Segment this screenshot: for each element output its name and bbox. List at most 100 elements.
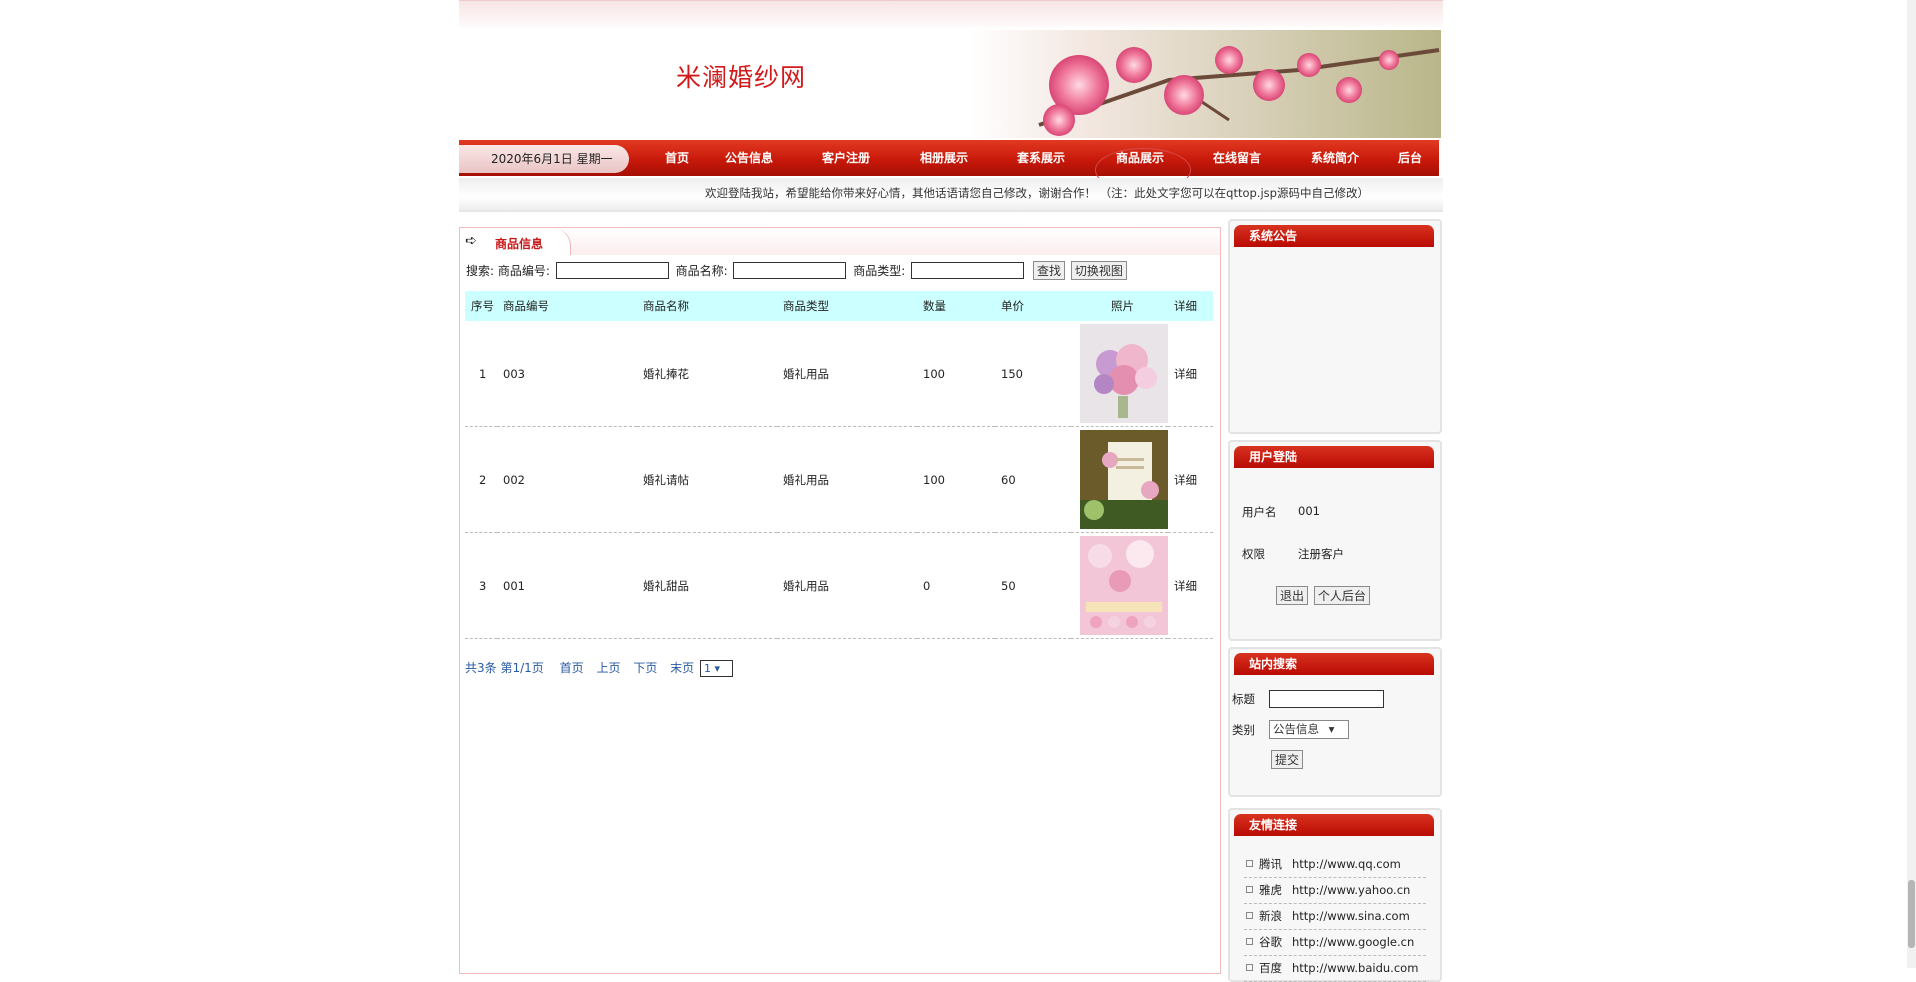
- nav-packages[interactable]: 套系展示: [1017, 140, 1065, 176]
- detail-link[interactable]: 详细: [1168, 532, 1213, 639]
- table-row: 2 002 婚礼请帖 婚礼用品 100 60 详细: [465, 426, 1213, 533]
- table-row: 3 001 婚礼甜品 婚礼用品 0 50 详细: [465, 532, 1213, 639]
- nav-messages[interactable]: 在线留言: [1213, 140, 1261, 176]
- search-type-select[interactable]: 公告信息 ▾: [1269, 720, 1349, 739]
- nav-register[interactable]: 客户注册: [822, 140, 870, 176]
- site-search-title: 站内搜索: [1234, 653, 1434, 675]
- bouquet-photo[interactable]: [1080, 324, 1168, 423]
- username-label: 用户名: [1242, 505, 1277, 519]
- top-strip: [459, 0, 1443, 27]
- notice-title: 系统公告: [1234, 225, 1434, 247]
- welcome-marquee: 欢迎登陆我站，希望能给你带来好心情，其他话语请您自己修改，谢谢合作！ （注：此处…: [705, 186, 1369, 200]
- col-photo: 照片: [1071, 291, 1168, 321]
- cell-photo: [1071, 532, 1168, 639]
- next-page-link[interactable]: 下页: [633, 661, 657, 675]
- cell-code: 002: [497, 426, 637, 533]
- search-type-value: 公告信息: [1273, 722, 1319, 736]
- cell-price: 60: [995, 426, 1071, 533]
- role-value: 注册客户: [1298, 547, 1344, 561]
- page-container: 米澜婚纱网 2020年6月1日 星期一 首页 公告信息 客户注册 相册展示 套系…: [459, 0, 1443, 982]
- page-indicator: 第1/1页: [500, 661, 544, 675]
- product-code-input[interactable]: [555, 262, 669, 279]
- links-title: 友情连接: [1234, 814, 1434, 836]
- search-type-label: 类别: [1232, 723, 1255, 737]
- cell-qty: 0: [917, 532, 995, 639]
- switch-view-button[interactable]: 切换视图: [1070, 261, 1127, 280]
- nav-about[interactable]: 系统简介: [1311, 140, 1359, 176]
- prev-page-link[interactable]: 上页: [596, 661, 620, 675]
- role-row: 权限 注册客户: [1242, 546, 1344, 562]
- panel-title: 商品信息: [495, 237, 544, 251]
- nav-date: 2020年6月1日 星期一: [459, 145, 629, 173]
- list-item[interactable]: 腾讯 http://www.qq.com: [1244, 852, 1426, 878]
- list-item[interactable]: 雅虎 http://www.yahoo.cn: [1244, 878, 1426, 904]
- cell-type: 婚礼用品: [777, 426, 917, 533]
- cell-no: 3: [465, 532, 497, 639]
- pagination: 共3条 第1/1页 首页 上页 下页 末页 1 ▾: [465, 659, 733, 677]
- list-item[interactable]: 谷歌 http://www.google.cn: [1244, 930, 1426, 956]
- search-submit-button[interactable]: 提交: [1271, 750, 1304, 769]
- cell-qty: 100: [917, 426, 995, 533]
- chevron-down-icon: ▾: [1328, 722, 1335, 736]
- links-list: 腾讯 http://www.qq.com 雅虎 http://www.yahoo.c…: [1244, 852, 1426, 982]
- dessert-photo[interactable]: [1080, 536, 1168, 635]
- cell-price: 50: [995, 532, 1071, 639]
- detail-link[interactable]: 详细: [1168, 426, 1213, 533]
- logout-button[interactable]: 退出: [1276, 586, 1309, 605]
- name-label: 商品名称:: [675, 264, 728, 278]
- nav-album[interactable]: 相册展示: [920, 140, 968, 176]
- table-row: 1 003 婚礼捧花 婚礼用品 100 150 详细: [465, 321, 1213, 427]
- browser-scrollbar-thumb[interactable]: [1908, 880, 1915, 948]
- cell-code: 001: [497, 532, 637, 639]
- cell-photo: [1071, 321, 1168, 427]
- page-select[interactable]: 1 ▾: [700, 660, 733, 677]
- notice-panel: 系统公告: [1228, 219, 1442, 434]
- bullet-icon: [1246, 912, 1253, 919]
- list-item[interactable]: 新浪 http://www.sina.com: [1244, 904, 1426, 930]
- bullet-icon: [1246, 938, 1253, 945]
- personal-center-button[interactable]: 个人后台: [1313, 586, 1370, 605]
- search-bar: 搜索: 商品编号: 商品名称: 商品类型: 查找 切换视图: [466, 261, 1127, 280]
- login-panel: 用户登陆 用户名 001 权限 注册客户 退出 个人后台: [1228, 440, 1442, 641]
- cell-code: 003: [497, 321, 637, 427]
- detail-link[interactable]: 详细: [1168, 321, 1213, 427]
- cell-photo: [1071, 426, 1168, 533]
- first-page-link[interactable]: 首页: [560, 661, 584, 675]
- last-page-link[interactable]: 末页: [670, 661, 694, 675]
- cell-type: 婚礼用品: [777, 532, 917, 639]
- links-panel: 友情连接 腾讯 http://www.qq.com 雅虎 http://www.ya…: [1228, 808, 1442, 982]
- col-name: 商品名称: [637, 291, 777, 321]
- login-actions: 退出 个人后台: [1274, 586, 1370, 605]
- col-qty: 数量: [917, 291, 995, 321]
- cell-name: 婚礼请帖: [637, 426, 777, 533]
- product-type-input[interactable]: [911, 262, 1025, 279]
- bullet-icon: [1246, 860, 1253, 867]
- browser-scrollbar[interactable]: [1907, 0, 1916, 968]
- cell-type: 婚礼用品: [777, 321, 917, 427]
- main-nav: 2020年6月1日 星期一 首页 公告信息 客户注册 相册展示 套系展示 商品展…: [459, 140, 1439, 176]
- page-select-value: 1: [704, 662, 711, 675]
- col-detail: 详细: [1168, 291, 1213, 321]
- bullet-icon: [1246, 886, 1253, 893]
- panel-header: ➪ 商品信息: [460, 228, 1220, 255]
- search-title-input[interactable]: [1269, 690, 1384, 708]
- role-label: 权限: [1242, 547, 1265, 561]
- list-item[interactable]: 百度 http://www.baidu.com: [1244, 956, 1426, 982]
- cell-name: 婚礼捧花: [637, 321, 777, 427]
- nav-admin[interactable]: 后台: [1398, 140, 1422, 176]
- product-panel: ➪ 商品信息 搜索: 商品编号: 商品名称: 商品类型: 查找 切换视图 序号 …: [459, 227, 1221, 974]
- cell-no: 2: [465, 426, 497, 533]
- cell-name: 婚礼甜品: [637, 532, 777, 639]
- search-button[interactable]: 查找: [1032, 261, 1065, 280]
- col-no: 序号: [465, 291, 497, 321]
- search-title-label: 标题: [1232, 692, 1255, 706]
- col-code: 商品编号: [497, 291, 637, 321]
- nav-home[interactable]: 首页: [665, 140, 689, 176]
- nav-announcements[interactable]: 公告信息: [725, 140, 773, 176]
- site-title: 米澜婚纱网: [676, 63, 807, 92]
- marquee-bar: 欢迎登陆我站，希望能给你带来好心情，其他话语请您自己修改，谢谢合作！ （注：此处…: [459, 178, 1443, 212]
- product-name-input[interactable]: [733, 262, 847, 279]
- site-search-panel: 站内搜索 标题 类别 公告信息 ▾ 提交: [1228, 647, 1442, 797]
- username-value: 001: [1298, 504, 1320, 518]
- invitation-photo[interactable]: [1080, 430, 1168, 529]
